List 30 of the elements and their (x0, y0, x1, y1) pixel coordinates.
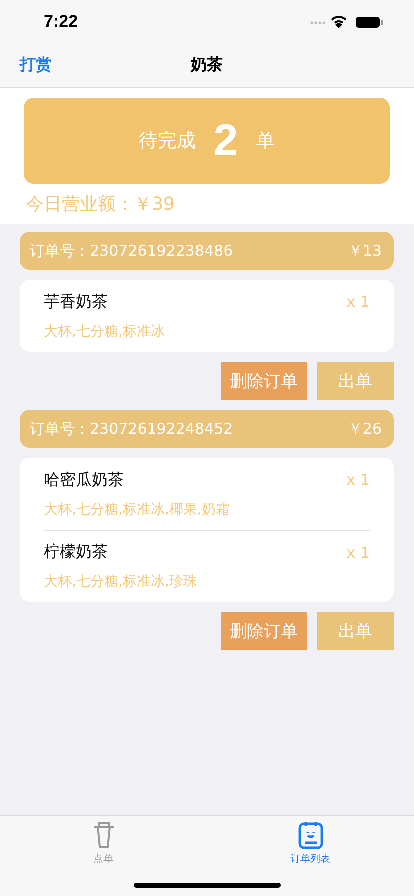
signal-icon (310, 22, 326, 24)
item-quantity: x 1 (346, 293, 370, 311)
item-name: 哈密瓜奶茶 (44, 470, 124, 490)
pending-count: 2 (214, 116, 238, 166)
order-total: ￥26 (348, 420, 382, 438)
delete-order-button[interactable]: 删除订单 (221, 362, 307, 400)
battery-icon (356, 17, 383, 28)
status-time: 7:22 (44, 12, 78, 32)
clipboard-icon (298, 820, 324, 850)
order-total: ￥13 (348, 242, 382, 260)
item-name: 柠檬奶茶 (44, 542, 108, 563)
nav-title: 奶茶 (191, 55, 223, 76)
order-number: 订单号：230726192248452 (30, 420, 234, 438)
revenue-text: 今日营业额：￥39 (25, 193, 176, 216)
wifi-icon (331, 16, 347, 28)
item-quantity: x 1 (346, 544, 370, 562)
delete-order-button[interactable]: 删除订单 (221, 612, 307, 650)
submit-order-button[interactable]: 出单 (317, 362, 394, 400)
item-options: 大杯,七分糖,标准冰,椰果,奶霜 (44, 500, 370, 518)
pending-unit: 单 (256, 129, 276, 154)
pending-label: 待完成 (138, 129, 196, 154)
item-options: 大杯,七分糖,标准冰,珍珠 (44, 573, 370, 591)
item-options: 大杯,七分糖,标准冰 (44, 322, 370, 340)
tab-item[interactable]: 点单 (0, 816, 207, 896)
item-name: 芋香奶茶 (44, 292, 108, 312)
order-number: 订单号：230726192238486 (30, 242, 234, 260)
tab-item[interactable]: 订单列表 (207, 816, 414, 896)
submit-order-button[interactable]: 出单 (317, 612, 394, 650)
item-quantity: x 1 (346, 471, 370, 489)
reward-button[interactable]: 打赏 (20, 55, 52, 76)
